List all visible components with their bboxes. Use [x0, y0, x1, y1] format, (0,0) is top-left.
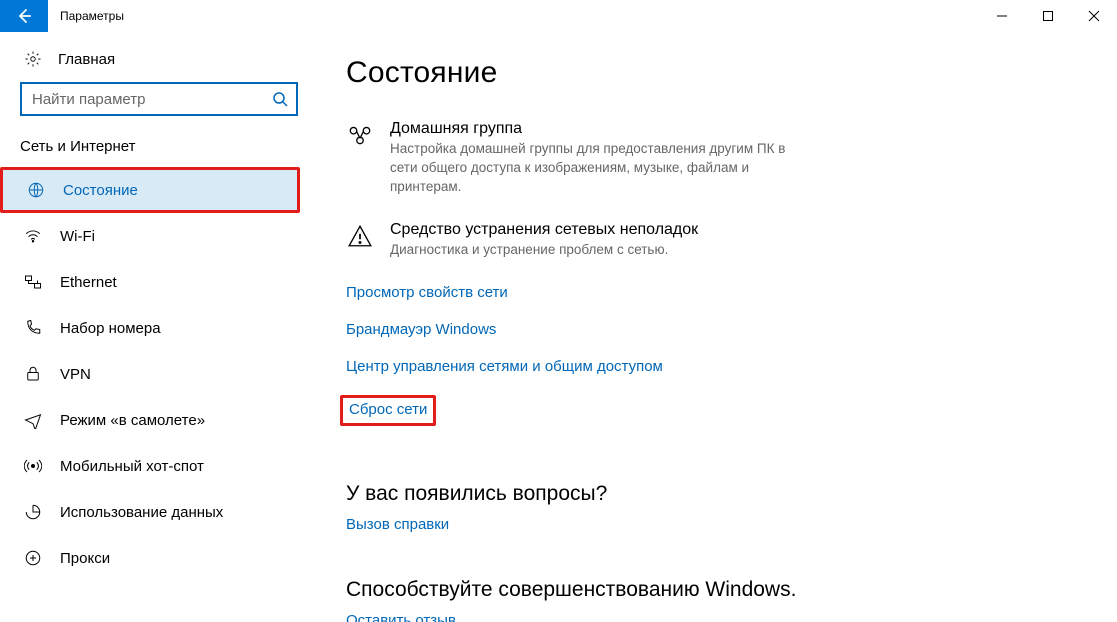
link-network-properties[interactable]: Просмотр свойств сети [346, 284, 508, 301]
window-controls [979, 0, 1117, 32]
questions-title: У вас появились вопросы? [346, 482, 1097, 506]
data-usage-icon [24, 503, 42, 521]
minimize-button[interactable] [979, 0, 1025, 32]
homegroup-icon [347, 122, 373, 148]
improve-section: Способствуйте совершенствованию Windows.… [346, 578, 1097, 622]
page-title: Состояние [346, 56, 1097, 90]
search-icon [272, 91, 288, 107]
search-input[interactable] [32, 91, 272, 108]
airplane-icon [24, 411, 42, 429]
sidebar-item-label: Ethernet [60, 274, 117, 291]
wifi-icon [24, 227, 42, 245]
sidebar-section-header: Сеть и Интернет [0, 138, 318, 167]
search-box[interactable] [20, 82, 298, 116]
content: Состояние Домашняя группа Настройка дома… [318, 32, 1117, 622]
vpn-icon [24, 365, 42, 383]
link-feedback[interactable]: Оставить отзыв [346, 612, 456, 622]
link-network-reset[interactable]: Сброс сети [340, 395, 436, 426]
sidebar-item-label: Wi-Fi [60, 228, 95, 245]
close-button[interactable] [1071, 0, 1117, 32]
minimize-icon [997, 11, 1007, 21]
sidebar-item-vpn[interactable]: VPN [0, 351, 318, 397]
feature-desc: Настройка домашней группы для предоставл… [390, 140, 810, 197]
maximize-icon [1043, 11, 1053, 21]
sidebar-item-status[interactable]: Состояние [0, 167, 300, 213]
sidebar-item-ethernet[interactable]: Ethernet [0, 259, 318, 305]
sidebar-item-label: Состояние [63, 182, 138, 199]
titlebar: Параметры [0, 0, 1117, 32]
sidebar-item-airplane[interactable]: Режим «в самолете» [0, 397, 318, 443]
feature-desc: Диагностика и устранение проблем с сетью… [390, 241, 698, 260]
sidebar-home-label: Главная [58, 51, 115, 68]
arrow-left-icon [16, 8, 32, 24]
maximize-button[interactable] [1025, 0, 1071, 32]
sidebar-home[interactable]: Главная [0, 50, 318, 82]
sidebar-item-wifi[interactable]: Wi-Fi [0, 213, 318, 259]
link-firewall[interactable]: Брандмауэр Windows [346, 321, 496, 338]
hotspot-icon [24, 457, 42, 475]
phone-icon [24, 319, 42, 337]
ethernet-icon [24, 273, 42, 291]
link-network-center[interactable]: Центр управления сетями и общим доступом [346, 358, 663, 375]
improve-title: Способствуйте совершенствованию Windows. [346, 578, 1097, 602]
sidebar-item-dialup[interactable]: Набор номера [0, 305, 318, 351]
sidebar: Главная Сеть и Интернет Состояние Wi-Fi … [0, 32, 318, 622]
close-icon [1088, 10, 1100, 22]
proxy-icon [24, 549, 42, 567]
feature-title: Домашняя группа [390, 120, 810, 138]
back-button[interactable] [0, 0, 48, 32]
feature-troubleshoot[interactable]: Средство устранения сетевых неполадок Ди… [346, 221, 1097, 260]
sidebar-item-label: Набор номера [60, 320, 161, 337]
sidebar-item-label: Прокси [60, 550, 110, 567]
sidebar-item-label: Использование данных [60, 504, 223, 521]
sidebar-item-label: Мобильный хот-спот [60, 458, 204, 475]
sidebar-item-label: VPN [60, 366, 91, 383]
feature-homegroup[interactable]: Домашняя группа Настройка домашней групп… [346, 120, 1097, 197]
window-title: Параметры [48, 0, 124, 32]
link-help[interactable]: Вызов справки [346, 516, 449, 533]
sidebar-item-label: Режим «в самолете» [60, 412, 205, 429]
sidebar-item-proxy[interactable]: Прокси [0, 535, 318, 581]
sidebar-item-datausage[interactable]: Использование данных [0, 489, 318, 535]
feature-title: Средство устранения сетевых неполадок [390, 221, 698, 239]
gear-icon [24, 50, 42, 68]
questions-section: У вас появились вопросы? Вызов справки [346, 482, 1097, 534]
sidebar-item-hotspot[interactable]: Мобильный хот-спот [0, 443, 318, 489]
warning-icon [347, 223, 373, 249]
globe-icon [27, 181, 45, 199]
